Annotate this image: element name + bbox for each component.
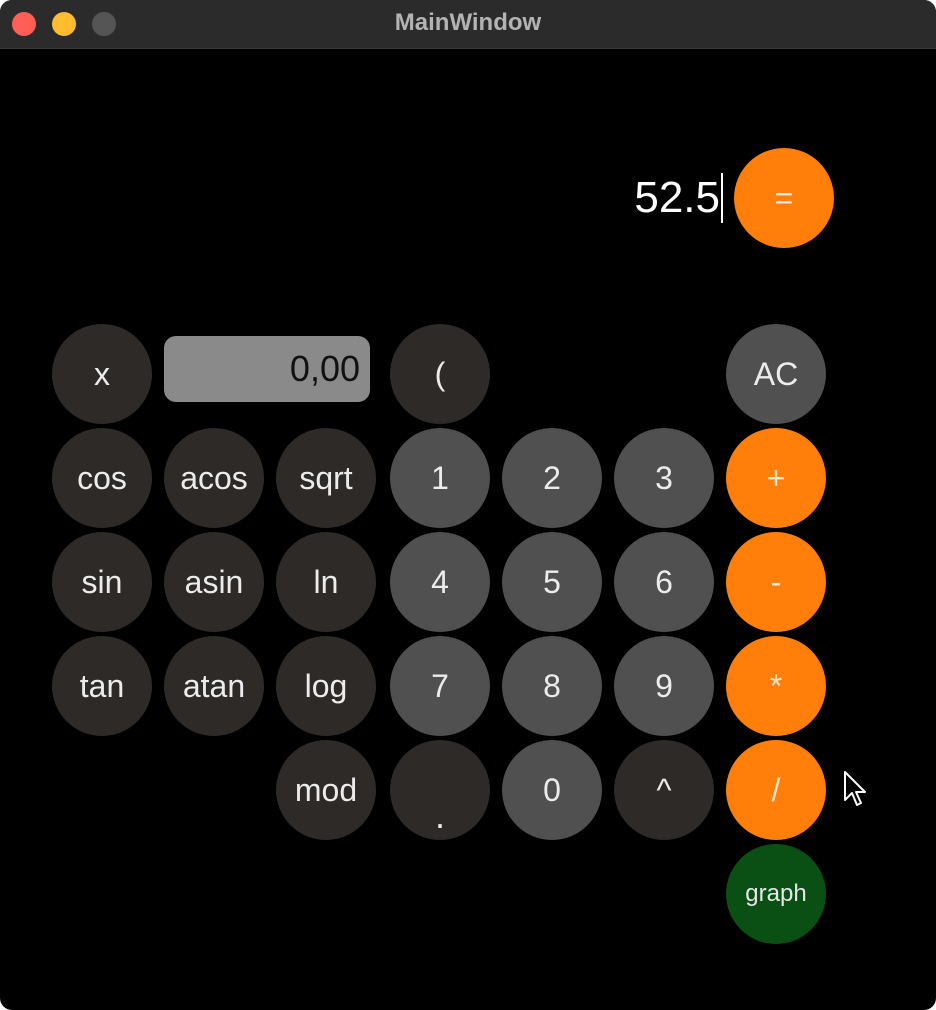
mouse-pointer-icon xyxy=(844,771,866,806)
x-variable-button[interactable]: x xyxy=(52,324,152,424)
decimal-point-button[interactable]: . xyxy=(390,740,490,840)
ln-button[interactable]: ln xyxy=(276,532,376,632)
plus-button[interactable]: + xyxy=(726,428,826,528)
graph-button[interactable]: graph xyxy=(726,844,826,944)
expression-display[interactable]: 52.5 xyxy=(560,166,720,230)
power-button[interactable]: ^ xyxy=(614,740,714,840)
sin-button[interactable]: sin xyxy=(52,532,152,632)
digit-8-button[interactable]: 8 xyxy=(502,636,602,736)
all-clear-button[interactable]: AC xyxy=(726,324,826,424)
equals-button[interactable]: = xyxy=(734,148,834,248)
mod-button[interactable]: mod xyxy=(276,740,376,840)
digit-1-button[interactable]: 1 xyxy=(390,428,490,528)
decimal-point-label: . xyxy=(434,795,445,836)
multiply-button[interactable]: * xyxy=(726,636,826,736)
digit-4-button[interactable]: 4 xyxy=(390,532,490,632)
digit-5-button[interactable]: 5 xyxy=(502,532,602,632)
digit-9-button[interactable]: 9 xyxy=(614,636,714,736)
acos-button[interactable]: acos xyxy=(164,428,264,528)
divide-button[interactable]: / xyxy=(726,740,826,840)
digit-0-button[interactable]: 0 xyxy=(502,740,602,840)
digit-2-button[interactable]: 2 xyxy=(502,428,602,528)
digit-6-button[interactable]: 6 xyxy=(614,532,714,632)
tan-button[interactable]: tan xyxy=(52,636,152,736)
minus-button[interactable]: - xyxy=(726,532,826,632)
x-value-field[interactable]: 0,00 xyxy=(164,336,370,402)
atan-button[interactable]: atan xyxy=(164,636,264,736)
open-paren-button[interactable]: ( xyxy=(390,324,490,424)
digit-7-button[interactable]: 7 xyxy=(390,636,490,736)
text-caret xyxy=(721,173,723,223)
window-title: MainWindow xyxy=(394,9,542,36)
main-window: MainWindow 52.5 = x 0,00 ( AC cos acos s… xyxy=(0,0,936,1010)
sqrt-button[interactable]: sqrt xyxy=(276,428,376,528)
digit-3-button[interactable]: 3 xyxy=(614,428,714,528)
log-button[interactable]: log xyxy=(276,636,376,736)
cos-button[interactable]: cos xyxy=(52,428,152,528)
title-bar: MainWindow xyxy=(0,0,936,49)
asin-button[interactable]: asin xyxy=(164,532,264,632)
